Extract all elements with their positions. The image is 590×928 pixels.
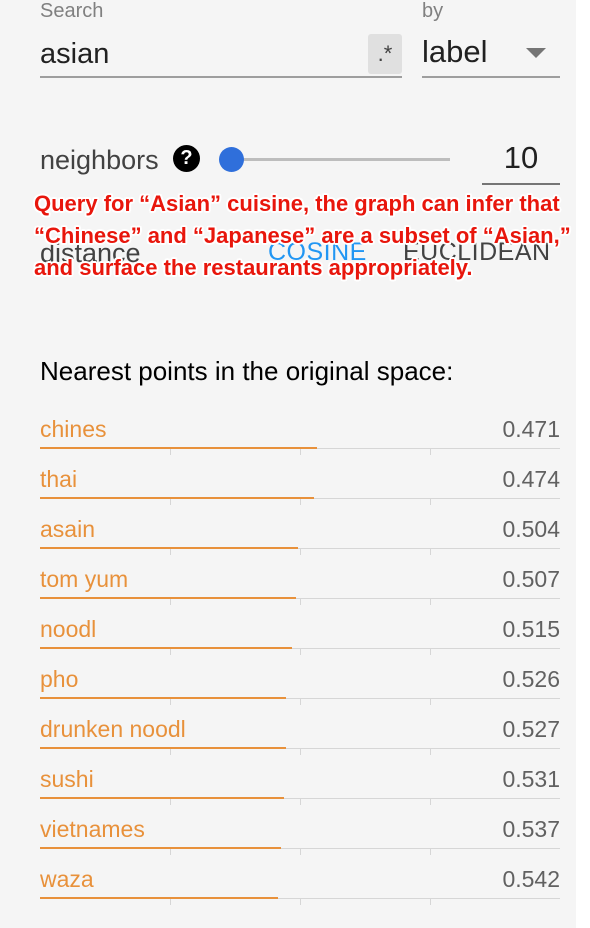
result-tick <box>430 899 431 905</box>
result-value: 0.474 <box>502 466 560 492</box>
result-value: 0.515 <box>502 616 560 642</box>
inspector-panel: Search by asian .* label neighbors ? 10 … <box>0 0 576 928</box>
search-input-underline <box>40 76 402 78</box>
result-label[interactable]: chines <box>40 416 106 443</box>
result-row[interactable]: waza 0.542 <box>40 862 560 912</box>
result-bar <box>40 797 284 799</box>
result-value: 0.542 <box>502 866 560 892</box>
by-label: by <box>422 0 444 22</box>
result-tick <box>170 899 171 905</box>
result-label[interactable]: asain <box>40 516 95 543</box>
result-label[interactable]: noodl <box>40 616 96 643</box>
result-label[interactable]: sushi <box>40 766 94 793</box>
result-bar <box>40 647 293 649</box>
result-tick <box>430 749 431 755</box>
result-label[interactable]: waza <box>40 866 94 893</box>
result-tick <box>430 699 431 705</box>
result-tick <box>430 549 431 555</box>
result-tick <box>300 599 301 605</box>
result-row[interactable]: sushi 0.531 <box>40 762 560 812</box>
result-tick <box>170 449 171 455</box>
result-bar <box>40 697 287 699</box>
result-value: 0.507 <box>502 566 560 592</box>
result-bar <box>40 597 297 599</box>
annotation-overlay: Query for “Asian” cuisine, the graph can… <box>34 191 571 280</box>
regex-toggle-button[interactable]: .* <box>368 34 402 74</box>
search-input[interactable]: asian <box>40 38 109 71</box>
result-bar <box>40 547 298 549</box>
result-tick <box>300 899 301 905</box>
result-tick <box>300 849 301 855</box>
result-tick <box>300 699 301 705</box>
neighbors-input-underline <box>482 183 560 185</box>
result-bar <box>40 847 281 849</box>
result-value: 0.531 <box>502 766 560 792</box>
result-tick <box>170 649 171 655</box>
result-row[interactable]: asain 0.504 <box>40 512 560 562</box>
result-tick <box>170 499 171 505</box>
result-tick <box>430 649 431 655</box>
result-bar <box>40 897 279 899</box>
results-title: Nearest points in the original space: <box>40 356 454 386</box>
by-select[interactable]: label <box>422 34 488 70</box>
result-bar <box>40 447 318 449</box>
results-list: chines 0.471 thai 0.474 asain 0.504 tom … <box>40 412 560 912</box>
result-tick <box>170 849 171 855</box>
result-label[interactable]: pho <box>40 666 78 693</box>
result-tick <box>300 799 301 805</box>
result-tick <box>430 449 431 455</box>
result-tick <box>170 599 171 605</box>
result-tick <box>170 799 171 805</box>
result-row[interactable]: thai 0.474 <box>40 462 560 512</box>
result-row[interactable]: tom yum 0.507 <box>40 562 560 612</box>
neighbors-input[interactable]: 10 <box>482 140 560 176</box>
result-tick <box>430 799 431 805</box>
result-row[interactable]: chines 0.471 <box>40 412 560 462</box>
neighbors-slider-track[interactable] <box>232 158 450 161</box>
result-label[interactable]: drunken noodl <box>40 716 186 743</box>
result-label[interactable]: vietnames <box>40 816 145 843</box>
result-value: 0.537 <box>502 816 560 842</box>
by-select-underline <box>422 76 560 78</box>
result-label[interactable]: thai <box>40 466 77 493</box>
result-tick <box>430 499 431 505</box>
result-label[interactable]: tom yum <box>40 566 128 593</box>
help-icon[interactable]: ? <box>173 145 200 172</box>
result-bar <box>40 497 314 499</box>
neighbors-label: neighbors <box>40 145 159 175</box>
neighbors-slider-thumb[interactable] <box>219 147 244 172</box>
result-bar <box>40 747 286 749</box>
result-row[interactable]: noodl 0.515 <box>40 612 560 662</box>
result-tick <box>430 849 431 855</box>
result-value: 0.471 <box>502 416 560 442</box>
result-tick <box>170 749 171 755</box>
result-row[interactable]: pho 0.526 <box>40 662 560 712</box>
result-tick <box>430 599 431 605</box>
result-tick <box>300 749 301 755</box>
result-row[interactable]: vietnames 0.537 <box>40 812 560 862</box>
chevron-down-icon[interactable] <box>526 48 546 58</box>
result-row[interactable]: drunken noodl 0.527 <box>40 712 560 762</box>
result-tick <box>300 499 301 505</box>
result-tick <box>170 699 171 705</box>
search-label: Search <box>40 0 104 22</box>
result-value: 0.526 <box>502 666 560 692</box>
result-tick <box>300 649 301 655</box>
result-value: 0.504 <box>502 516 560 542</box>
result-tick <box>170 549 171 555</box>
result-tick <box>300 449 301 455</box>
result-tick <box>300 549 301 555</box>
result-value: 0.527 <box>502 716 560 742</box>
